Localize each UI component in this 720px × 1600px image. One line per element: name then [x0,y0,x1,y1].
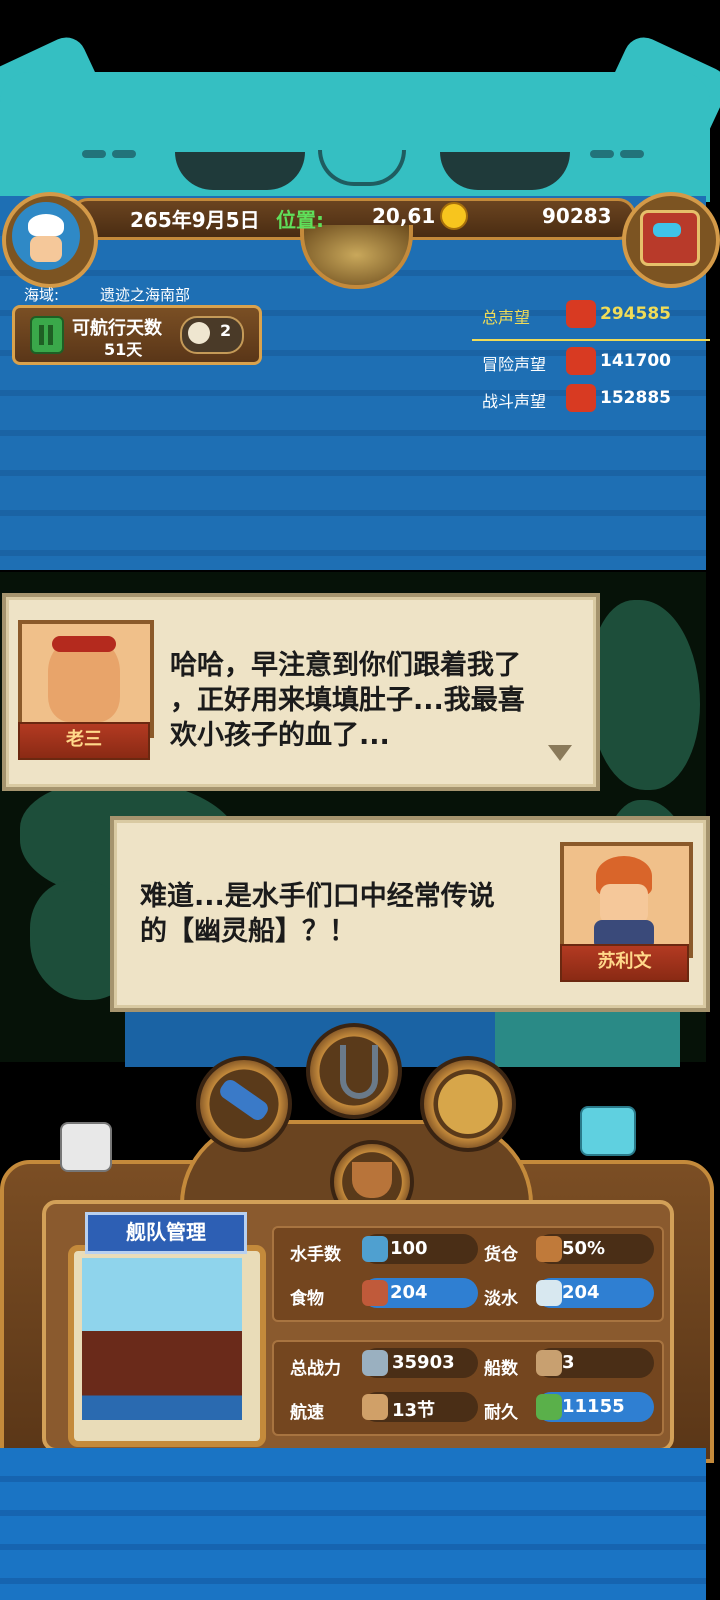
cat-whisker [590,150,614,158]
ship-count-icon [536,1350,562,1376]
total-reputation-value: 294585 [600,304,671,324]
food-value: 204 [390,1282,428,1303]
total-reputation-label: 总声望 [482,308,531,327]
globe-icon [438,1074,498,1134]
gold-value: 90283 [542,204,612,228]
skull-hat-icon [28,214,64,236]
dialog-line: 欢小孩子的血了... [170,720,390,751]
ships-label: 船数 [484,1359,518,1379]
position-value: 20,61 [372,204,436,228]
face-icon [30,236,62,262]
cat-whisker [82,150,106,158]
white-cube-mascot-icon [60,1122,112,1172]
adventure-reputation-value: 141700 [600,351,671,371]
power-label: 总战力 [290,1359,341,1379]
sailing-days-value: 51天 [104,340,143,359]
durability-icon [536,1394,562,1420]
sailors-label: 水手数 [290,1245,341,1265]
reputation-divider [472,339,710,341]
map-water [495,1005,680,1067]
durability-value: 11155 [562,1396,625,1417]
speaker-portrait-sullivan [560,842,693,958]
blue-cat-mascot-icon [580,1106,636,1156]
dialog-line: 的【幽灵船】？！ [140,916,356,947]
sailors-value: 100 [390,1238,428,1259]
cat-whisker [620,150,644,158]
food-label: 食物 [290,1289,324,1309]
anchor-icon [340,1045,378,1099]
bottom-ocean [0,1448,706,1600]
avatar-portrait [12,202,80,270]
face-icon [600,884,648,924]
gem-icon [653,223,681,237]
cargo-value: 50% [562,1238,606,1259]
bandana-icon [52,636,116,652]
speaker-name-plate: 苏利文 [560,944,689,982]
dialog-line: ，正好用来填填肚子...我最喜 [170,685,525,716]
power-value: 35903 [392,1352,455,1373]
combat-reputation-value: 152885 [600,388,671,408]
cargo-label: 货仓 [484,1245,518,1265]
sailboat-icon [362,1394,388,1420]
cat-eye-right [440,152,570,190]
fleet-management-title[interactable]: 舰队管理 [85,1212,247,1254]
sea-area-label: 海域: [24,286,60,304]
sailor-icon [362,1236,388,1262]
pause-icon [39,325,44,345]
telescope-icon [216,1076,272,1124]
telescope-button[interactable] [196,1056,292,1152]
pause-button[interactable] [30,316,64,354]
ships-value: 3 [562,1352,575,1373]
dialog-line: 哈哈，早注意到你们跟着我了 [170,650,521,681]
cat-eye-left [175,152,305,190]
crate-icon [536,1236,562,1262]
ship-cross-section-image [82,1258,242,1420]
speed-value-stat: 13节 [392,1400,436,1421]
sea-area-name: 遗迹之海南部 [100,286,191,304]
speaker-portrait-laosan [18,620,154,738]
dialog-line: 难道...是水手们口中经常传说 [140,881,495,912]
speed-value: 2 [220,321,232,340]
ship-icon [352,1162,392,1198]
compass-needle-icon [188,322,210,344]
speed-label: 航速 [290,1403,324,1423]
position-label: 位置: [276,208,324,232]
meat-icon [362,1280,388,1306]
next-arrow-icon[interactable] [548,745,572,761]
world-map-button[interactable] [420,1056,516,1152]
date-text: 265年9月5日 [130,208,260,232]
speed-toggle-button[interactable] [180,316,244,354]
durability-label: 耐久 [484,1403,518,1423]
sword-icon [362,1350,388,1376]
ship-wheel-icon [566,347,596,375]
combat-reputation-label: 战斗声望 [482,392,547,411]
pause-icon [48,325,53,345]
water-value: 204 [562,1282,600,1303]
speaker-name-plate: 老三 [18,722,150,760]
water-label: 淡水 [484,1289,518,1309]
total-reputation-icon [566,300,596,328]
gold-coin-icon [440,202,468,230]
crossed-swords-icon [566,384,596,412]
adventure-reputation-label: 冒险声望 [482,355,547,374]
treasure-chest-icon [640,210,700,266]
water-jug-icon [536,1280,562,1306]
anchor-button[interactable] [306,1023,402,1119]
cat-whisker [112,150,136,158]
